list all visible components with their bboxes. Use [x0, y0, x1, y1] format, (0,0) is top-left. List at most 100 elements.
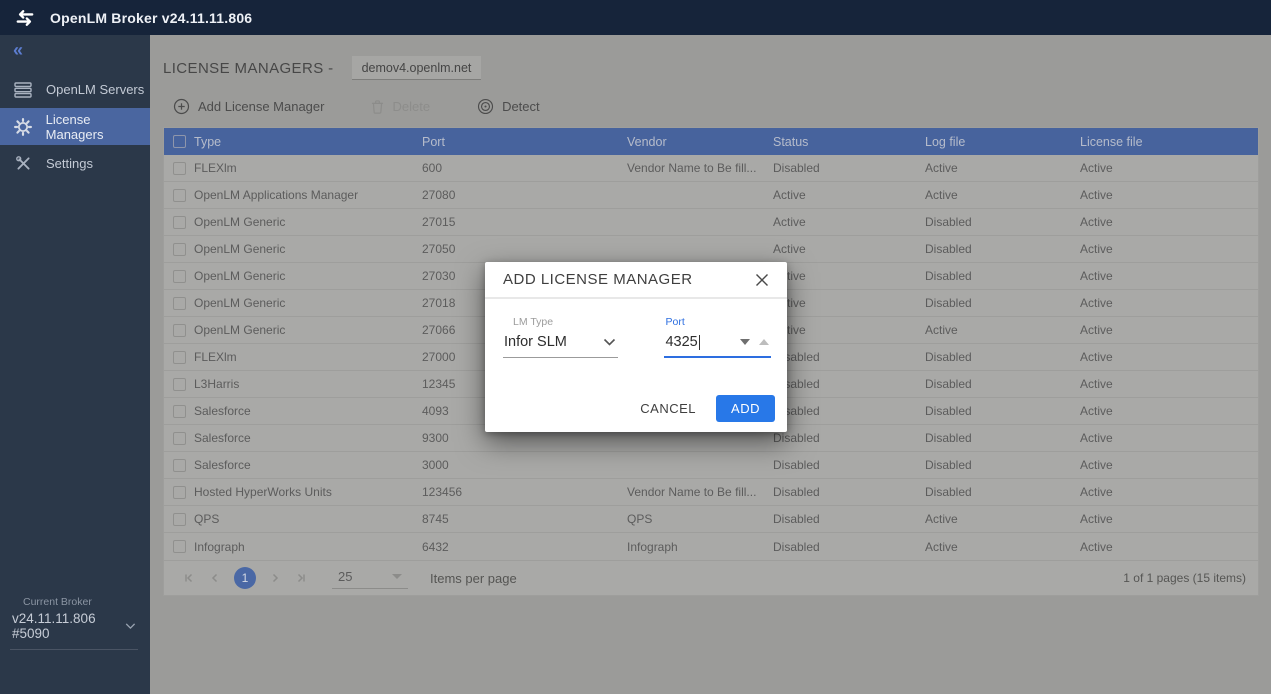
sidebar-collapse-button[interactable]: «	[0, 35, 150, 65]
port-input[interactable]: 4325	[664, 332, 771, 358]
first-page-button[interactable]	[176, 566, 202, 590]
cell-type: FLEXlm	[194, 161, 422, 175]
lm-type-field: LM Type Infor SLM	[503, 316, 618, 358]
column-header-type[interactable]: Type	[194, 135, 422, 149]
dialog-header: ADD LICENSE MANAGER	[485, 262, 787, 299]
row-checkbox[interactable]	[173, 162, 186, 175]
cell-type: FLEXlm	[194, 350, 422, 364]
add-button[interactable]: ADD	[716, 395, 775, 422]
items-per-page-select[interactable]: 25	[332, 567, 408, 589]
cell-license-file: Active	[1080, 242, 1258, 256]
next-page-button[interactable]	[262, 566, 288, 590]
table-row[interactable]: Salesforce3000DisabledDisabledActive	[164, 452, 1258, 479]
cell-type: Salesforce	[194, 458, 422, 472]
table-row[interactable]: Infograph6432InfographDisabledActiveActi…	[164, 533, 1258, 560]
cell-log-file: Active	[925, 188, 1080, 202]
sidebar-item-label: OpenLM Servers	[46, 82, 144, 97]
table-row[interactable]: Hosted HyperWorks Units123456Vendor Name…	[164, 479, 1258, 506]
cell-license-file: Active	[1080, 350, 1258, 364]
items-per-page-label: Items per page	[430, 571, 517, 586]
row-checkbox[interactable]	[173, 378, 186, 391]
delete-button[interactable]: Delete	[371, 99, 430, 114]
row-checkbox[interactable]	[173, 513, 186, 526]
row-checkbox[interactable]	[173, 324, 186, 337]
cell-license-file: Active	[1080, 540, 1258, 554]
cell-license-file: Active	[1080, 377, 1258, 391]
cell-port: 27080	[422, 188, 627, 202]
chevron-right-icon	[269, 572, 281, 584]
cell-license-file: Active	[1080, 431, 1258, 445]
text-cursor	[699, 335, 701, 350]
row-checkbox[interactable]	[173, 243, 186, 256]
chevron-down-icon	[125, 622, 136, 630]
port-label: Port	[665, 316, 771, 328]
cell-log-file: Active	[925, 512, 1080, 526]
row-checkbox[interactable]	[173, 297, 186, 310]
cell-license-file: Active	[1080, 161, 1258, 175]
table-row[interactable]: FLEXlm600Vendor Name to Be fill...Disabl…	[164, 155, 1258, 182]
page-title: LICENSE MANAGERS -	[163, 60, 334, 77]
row-checkbox[interactable]	[173, 216, 186, 229]
cell-status: Disabled	[773, 377, 925, 391]
cell-type: OpenLM Generic	[194, 323, 422, 337]
close-icon	[755, 273, 769, 287]
cell-port: 27015	[422, 215, 627, 229]
cell-status: Disabled	[773, 458, 925, 472]
column-header-vendor[interactable]: Vendor	[627, 135, 773, 149]
sidebar-item-label: License Managers	[46, 112, 150, 142]
previous-page-button[interactable]	[202, 566, 228, 590]
column-header-status[interactable]: Status	[773, 135, 925, 149]
cell-status: Disabled	[773, 512, 925, 526]
cell-license-file: Active	[1080, 323, 1258, 337]
sidebar-item-settings[interactable]: Settings	[0, 145, 150, 182]
cell-port: 8745	[422, 512, 627, 526]
detect-button[interactable]: Detect	[477, 98, 540, 115]
row-checkbox[interactable]	[173, 459, 186, 472]
lm-type-select[interactable]: Infor SLM	[503, 332, 618, 358]
page-summary: 1 of 1 pages (15 items)	[1123, 571, 1246, 585]
table-row[interactable]: OpenLM Generic27015ActiveDisabledActive	[164, 209, 1258, 236]
row-checkbox[interactable]	[173, 540, 186, 553]
chevron-down-icon	[392, 574, 402, 579]
close-button[interactable]	[753, 271, 771, 289]
sidebar-item-license-managers[interactable]: License Managers	[0, 108, 150, 145]
cell-log-file: Disabled	[925, 215, 1080, 229]
table-row[interactable]: OpenLM Applications Manager27080ActiveAc…	[164, 182, 1258, 209]
cell-port: 27050	[422, 242, 627, 256]
page-number-button[interactable]: 1	[234, 567, 256, 589]
cell-license-file: Active	[1080, 269, 1258, 283]
cell-status: Disabled	[773, 404, 925, 418]
last-page-button[interactable]	[288, 566, 314, 590]
sidebar-item-openlm-servers[interactable]: OpenLM Servers	[0, 71, 150, 108]
row-checkbox[interactable]	[173, 270, 186, 283]
cell-license-file: Active	[1080, 485, 1258, 499]
row-checkbox[interactable]	[173, 486, 186, 499]
dialog-title: ADD LICENSE MANAGER	[503, 271, 693, 288]
table-row[interactable]: OpenLM Generic27050ActiveDisabledActive	[164, 236, 1258, 263]
column-header-license-file[interactable]: License file	[1080, 135, 1258, 149]
swap-arrows-icon	[14, 9, 36, 27]
row-checkbox[interactable]	[173, 351, 186, 364]
port-field: Port 4325	[664, 316, 771, 358]
trash-icon	[371, 99, 384, 114]
select-all-checkbox[interactable]	[173, 135, 186, 148]
spinner-up-icon[interactable]	[759, 339, 769, 345]
add-license-manager-button[interactable]: Add License Manager	[173, 98, 324, 115]
sidebar-nav: OpenLM Servers	[0, 71, 150, 182]
cancel-button[interactable]: CANCEL	[640, 401, 696, 416]
spinner-down-icon[interactable]	[740, 339, 750, 345]
table-row[interactable]: QPS8745QPSDisabledActiveActive	[164, 506, 1258, 533]
row-checkbox[interactable]	[173, 189, 186, 202]
cell-status: Active	[773, 188, 925, 202]
port-value: 4325	[665, 334, 697, 350]
servers-icon	[13, 82, 33, 98]
current-broker-select[interactable]: v24.11.11.806 #5090	[10, 611, 138, 650]
dialog-body: LM Type Infor SLM Port 4325	[485, 299, 787, 358]
server-name-input[interactable]: demov4.openlm.net	[352, 56, 482, 80]
row-checkbox[interactable]	[173, 405, 186, 418]
column-header-log-file[interactable]: Log file	[925, 135, 1080, 149]
column-header-port[interactable]: Port	[422, 135, 627, 149]
double-chevron-left-icon: «	[13, 41, 23, 59]
row-checkbox[interactable]	[173, 432, 186, 445]
cell-type: Salesforce	[194, 431, 422, 445]
